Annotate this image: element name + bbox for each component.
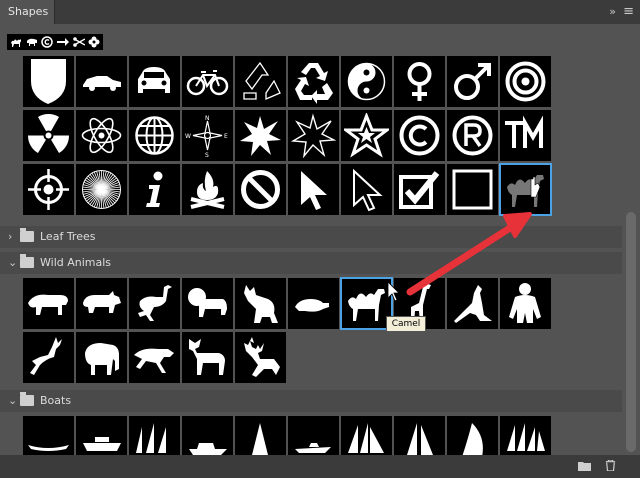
shape-no-sign[interactable] — [235, 164, 286, 215]
panel-title-bar: Shapes » ≡ — [0, 0, 640, 24]
shape-star-outline[interactable] — [341, 110, 392, 161]
group-label: Boats — [40, 394, 72, 407]
group-boats[interactable]: ⌄ Boats — [0, 390, 622, 412]
shape-rhino[interactable] — [76, 278, 127, 329]
shape-ape[interactable] — [500, 278, 551, 329]
shape-tiger[interactable] — [23, 278, 74, 329]
folder-icon — [20, 228, 34, 242]
collapse-icon[interactable]: » — [609, 5, 616, 18]
shapes-list[interactable]: N S W E › Leaf Trees ⌄ Wild Animals ⌄ Boats — [0, 56, 622, 455]
panel-title: Shapes — [8, 5, 49, 18]
vertical-scrollbar[interactable] — [622, 56, 640, 455]
shape-cursor-outline[interactable] — [341, 164, 392, 215]
svg-text:N: N — [205, 115, 210, 122]
copyright-icon[interactable] — [40, 35, 54, 49]
tooltip: Camel — [386, 316, 426, 332]
shape-sailboat[interactable] — [235, 416, 286, 455]
shape-rat[interactable] — [288, 278, 339, 329]
shape-ostrich[interactable] — [129, 278, 180, 329]
shape-wolf[interactable] — [235, 278, 286, 329]
buffalo-icon[interactable] — [25, 35, 39, 49]
shape-motorboat[interactable] — [182, 416, 233, 455]
shape-car-front[interactable] — [129, 56, 180, 107]
tab-shapes[interactable]: Shapes — [0, 0, 55, 24]
shape-female-symbol[interactable] — [394, 56, 445, 107]
chevron-right-icon[interactable]: › — [8, 230, 12, 243]
shape-shield[interactable] — [23, 56, 74, 107]
panel-footer — [0, 455, 640, 478]
shape-radiation[interactable] — [23, 110, 74, 161]
shape-crosshair[interactable] — [23, 164, 74, 215]
camel-icon[interactable] — [9, 35, 23, 49]
shape-reindeer[interactable] — [235, 332, 286, 383]
shape-recycle[interactable] — [288, 56, 339, 107]
shape-sunburst[interactable] — [76, 164, 127, 215]
shape-starburst[interactable] — [235, 110, 286, 161]
scissors-icon[interactable] — [72, 35, 86, 49]
shape-bicycle[interactable] — [182, 56, 233, 107]
chevron-down-icon[interactable]: ⌄ — [8, 394, 17, 407]
svg-text:W: W — [185, 133, 191, 140]
recent-shapes-strip — [7, 34, 103, 50]
shape-schooner[interactable] — [341, 416, 392, 455]
trash-icon[interactable] — [604, 460, 617, 471]
group-leaf-trees[interactable]: › Leaf Trees — [0, 226, 622, 248]
shape-male-symbol[interactable] — [447, 56, 498, 107]
flower-icon[interactable] — [87, 35, 101, 49]
shape-galleon[interactable] — [500, 416, 551, 455]
shape-yacht[interactable] — [394, 416, 445, 455]
folder-icon — [20, 254, 34, 268]
shape-target[interactable] — [500, 56, 551, 107]
shape-speedboat[interactable] — [288, 416, 339, 455]
shape-compass[interactable]: N S W E — [182, 110, 233, 161]
shape-kangaroo[interactable] — [447, 278, 498, 329]
shape-recycle-outline[interactable] — [235, 56, 286, 107]
shape-square[interactable] — [447, 164, 498, 215]
folder-icon[interactable] — [578, 460, 591, 471]
scrollbar-thumb[interactable] — [626, 212, 636, 452]
group-wild-animals[interactable]: ⌄ Wild Animals — [0, 252, 622, 274]
arrow-icon[interactable] — [56, 35, 70, 49]
shape-tall-ship[interactable] — [129, 416, 180, 455]
panel-menu-icon[interactable]: ≡ — [623, 4, 634, 19]
shape-elephant[interactable] — [76, 332, 127, 383]
folder-icon — [20, 392, 34, 406]
shape-deer[interactable] — [23, 332, 74, 383]
shape-registered[interactable] — [447, 110, 498, 161]
shape-checkbox-checked[interactable] — [394, 164, 445, 215]
shape-canoe[interactable] — [23, 416, 74, 455]
shape-info[interactable] — [129, 164, 180, 215]
shape-trademark[interactable] — [500, 110, 551, 161]
shape-camel[interactable] — [340, 277, 393, 330]
group-label: Leaf Trees — [40, 230, 96, 243]
shape-car-side[interactable] — [76, 56, 127, 107]
shape-camel-selected[interactable] — [499, 163, 552, 216]
shape-copyright[interactable] — [394, 110, 445, 161]
shape-cursor[interactable] — [288, 164, 339, 215]
svg-text:S: S — [205, 152, 209, 158]
shape-atom[interactable] — [76, 110, 127, 161]
shape-rowboat[interactable] — [76, 416, 127, 455]
shape-starburst-outline[interactable] — [288, 110, 339, 161]
shape-campfire[interactable] — [182, 164, 233, 215]
group-label: Wild Animals — [40, 256, 112, 269]
shape-globe[interactable] — [129, 110, 180, 161]
shape-lion[interactable] — [182, 278, 233, 329]
chevron-down-icon[interactable]: ⌄ — [8, 256, 17, 269]
shape-cheetah[interactable] — [129, 332, 180, 383]
shape-racing-sail[interactable] — [447, 416, 498, 455]
svg-text:E: E — [224, 133, 228, 140]
recent-shapes-toolbar — [0, 24, 640, 56]
shape-yin-yang[interactable] — [341, 56, 392, 107]
shape-moose[interactable] — [182, 332, 233, 383]
